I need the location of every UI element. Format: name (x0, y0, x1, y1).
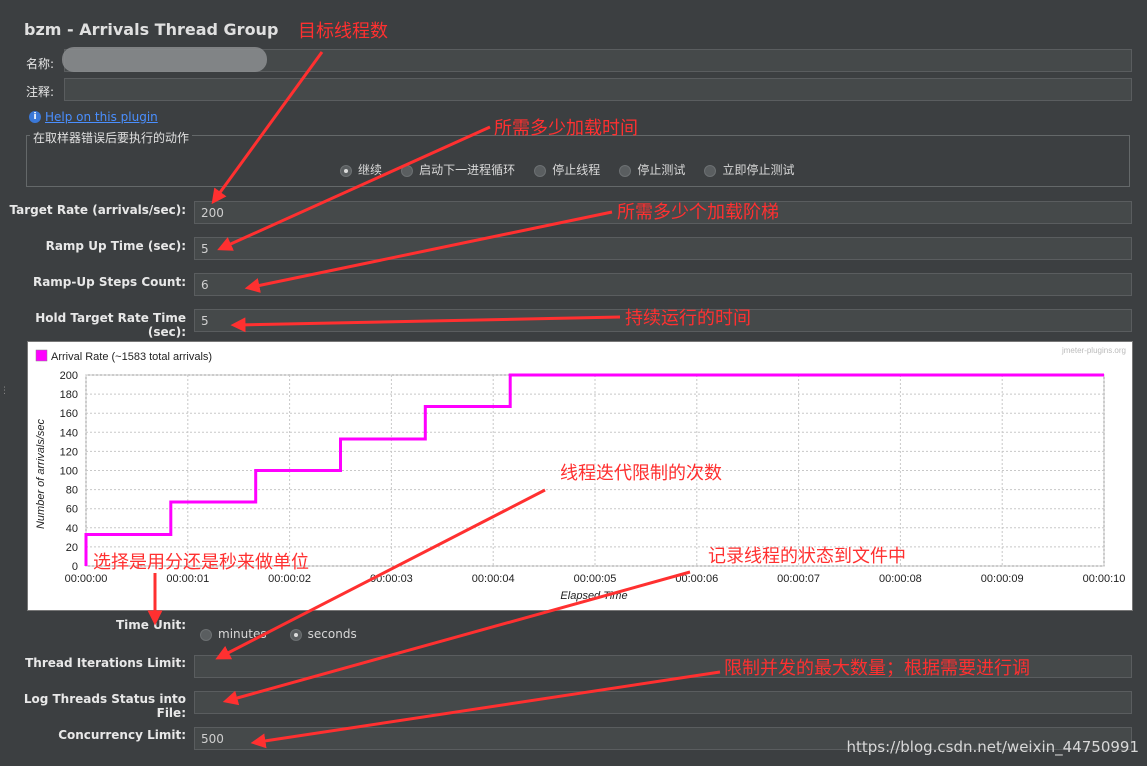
y-tick-label: 180 (60, 389, 78, 401)
radio-seconds[interactable]: seconds (289, 627, 357, 641)
radio-stop-now[interactable]: 立即停止测试 (704, 161, 794, 178)
radio-minutes[interactable]: minutes (200, 627, 267, 641)
legend-label: Arrival Rate (~1583 total arrivals) (51, 351, 212, 363)
radio-next-loop[interactable]: 启动下一进程循环 (401, 161, 515, 178)
y-tick-label: 60 (66, 504, 78, 516)
x-tick-label: 00:00:09 (981, 573, 1024, 585)
x-tick-label: 00:00:06 (675, 573, 718, 585)
radio-dot-icon (340, 164, 352, 177)
ramp-up-steps-label: Ramp-Up Steps Count: (32, 275, 186, 289)
hold-time-label: Hold Target Rate Time (sec): (35, 311, 186, 339)
y-tick-label: 0 (72, 561, 78, 573)
comment-field[interactable] (64, 78, 1132, 101)
x-tick-label: 00:00:00 (65, 573, 108, 585)
y-tick-label: 200 (60, 370, 78, 382)
y-axis-label: Number of arrivals/sec (35, 418, 47, 529)
x-tick-label: 00:00:01 (166, 573, 209, 585)
x-tick-label: 00:00:03 (370, 573, 413, 585)
time-unit-radios: minutes seconds (200, 623, 357, 642)
radio-continue[interactable]: 继续 (340, 161, 382, 178)
radio-dot-icon (200, 628, 212, 641)
page-watermark: https://blog.csdn.net/weixin_44750991 (846, 738, 1139, 756)
y-tick-label: 100 (60, 466, 78, 478)
help-row: i Help on this plugin (29, 106, 158, 125)
x-tick-label: 00:00:02 (268, 573, 311, 585)
radio-dot-icon (289, 628, 302, 641)
radio-stop-test[interactable]: 停止测试 (619, 161, 685, 178)
help-link[interactable]: Help on this plugin (45, 110, 158, 124)
x-tick-label: 00:00:08 (879, 573, 922, 585)
radio-dot-icon (401, 164, 414, 177)
legend-swatch (35, 349, 48, 362)
x-tick-label: 00:00:07 (777, 573, 820, 585)
log-threads-label: Log Threads Status into File: (23, 692, 186, 720)
annotation-concurrency: 限制并发的最大数量；根据需要进行调 (724, 658, 1030, 679)
chart-watermark: jmeter-plugins.org (1061, 346, 1126, 355)
sidebar-resize-handle[interactable]: ⋮ (0, 386, 9, 398)
annotation-duration: 持续运行的时间 (625, 308, 751, 329)
error-action-radios: 继续 启动下一进程循环 停止线程 停止测试 立即停止测试 (340, 159, 794, 178)
annotation-unit: 选择是用分还是秒来做单位 (93, 552, 309, 573)
annotation-target-threads: 目标线程数 (298, 21, 388, 42)
x-axis-label: Elapsed Time (560, 590, 627, 602)
ramp-up-steps-field[interactable]: 6 (194, 273, 1132, 296)
radio-dot-icon (704, 164, 717, 177)
redacted-name (62, 47, 267, 72)
info-icon: i (29, 110, 41, 123)
radio-stop-thread[interactable]: 停止线程 (534, 161, 600, 178)
y-tick-label: 40 (66, 523, 78, 535)
concurrency-label: Concurrency Limit: (58, 728, 186, 742)
y-tick-label: 160 (60, 408, 78, 420)
ramp-up-time-label: Ramp Up Time (sec): (45, 239, 186, 253)
thread-iterations-label: Thread Iterations Limit: (25, 656, 186, 670)
time-unit-label: Time Unit: (115, 618, 186, 632)
panel-title: bzm - Arrivals Thread Group (24, 20, 279, 39)
y-tick-label: 140 (60, 427, 78, 439)
comment-label: 注释: (26, 85, 55, 99)
radio-dot-icon (534, 164, 547, 177)
log-threads-field[interactable] (194, 691, 1132, 714)
error-action-legend: 在取样器错误后要执行的动作 (30, 129, 193, 146)
y-tick-label: 80 (66, 485, 78, 497)
radio-dot-icon (619, 164, 632, 177)
target-rate-label: Target Rate (arrivals/sec): (9, 203, 186, 217)
annotation-iterations: 线程迭代限制的次数 (560, 463, 722, 484)
x-tick-label: 00:00:10 (1083, 573, 1126, 585)
name-label: 名称: (26, 57, 55, 71)
annotation-load-steps: 所需多少个加载阶梯 (617, 202, 779, 223)
annotation-load-time: 所需多少加载时间 (494, 118, 638, 139)
x-tick-label: 00:00:04 (472, 573, 515, 585)
ramp-up-time-field[interactable]: 5 (194, 237, 1132, 260)
y-tick-label: 120 (60, 446, 78, 458)
y-tick-label: 20 (66, 542, 78, 554)
x-tick-label: 00:00:05 (574, 573, 617, 585)
annotation-log: 记录线程的状态到文件中 (708, 546, 906, 567)
